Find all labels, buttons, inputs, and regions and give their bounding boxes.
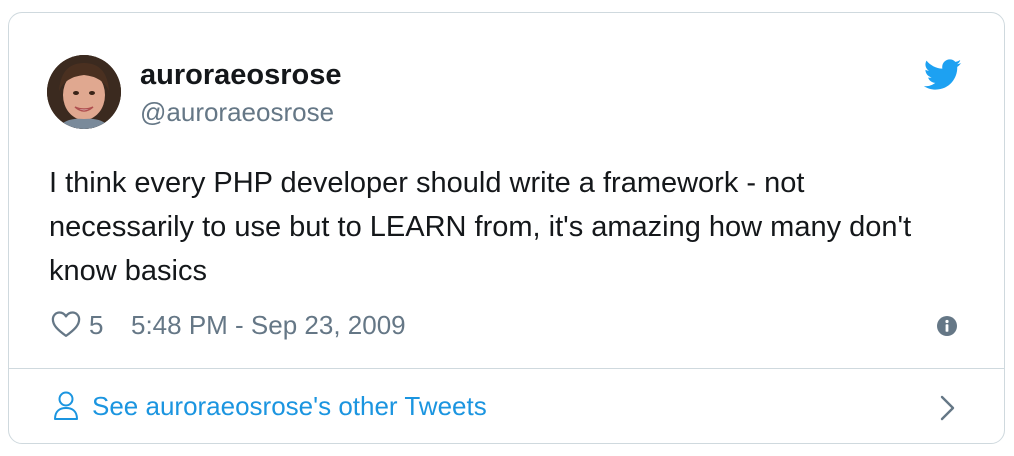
tweet-text: I think every PHP developer should write… [49, 167, 912, 287]
twitter-bird-icon[interactable] [924, 59, 962, 91]
avatar[interactable] [47, 55, 121, 129]
other-tweets-link[interactable]: See auroraeosrose's other Tweets [9, 369, 1004, 445]
chevron-right-icon[interactable] [940, 395, 956, 421]
heart-icon[interactable] [51, 310, 81, 338]
author-names[interactable]: auroraeosrose @auroraeosrose [140, 58, 342, 129]
display-name[interactable]: auroraeosrose [140, 58, 342, 92]
tweet-timestamp[interactable]: 5:48 PM - Sep 23, 2009 [131, 309, 406, 341]
tweet-meta: 5 5:48 PM - Sep 23, 2009 [51, 309, 962, 343]
person-icon [54, 391, 78, 420]
tweet-header: auroraeosrose @auroraeosrose [47, 55, 966, 131]
tweet-card: auroraeosrose @auroraeosrose I think eve… [8, 12, 1005, 444]
like-count[interactable]: 5 [89, 309, 103, 341]
other-tweets-label[interactable]: See auroraeosrose's other Tweets [92, 389, 487, 423]
user-handle[interactable]: @auroraeosrose [140, 95, 342, 129]
info-icon[interactable] [936, 315, 958, 337]
